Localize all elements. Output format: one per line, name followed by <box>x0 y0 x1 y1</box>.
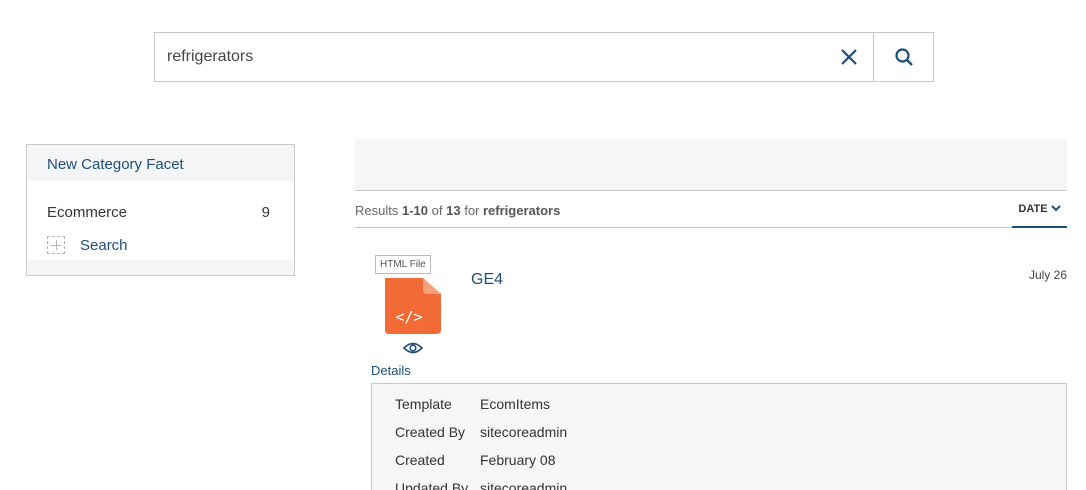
search-icon <box>894 48 913 66</box>
details-panel: Template EcomItems Created By sitecoread… <box>371 383 1067 490</box>
clear-search-button[interactable] <box>825 33 873 81</box>
sort-label: DATE <box>1018 202 1048 215</box>
facet-search-toggle[interactable]: Search <box>47 236 128 254</box>
detail-value: sitecoreadmin <box>480 480 568 490</box>
result-title-link[interactable]: GE4 <box>471 271 503 289</box>
summary-prefix: Results <box>355 203 399 218</box>
file-type-badge: HTML File <box>375 255 431 274</box>
plus-icon <box>47 236 65 254</box>
facet-item-ecommerce[interactable]: Ecommerce 9 <box>47 204 270 221</box>
detail-row: Created By sitecoreadmin <box>395 424 567 440</box>
summary-for: for <box>464 203 480 218</box>
eye-icon[interactable] <box>403 340 423 356</box>
detail-key: Updated By <box>395 480 469 490</box>
summary-query: refrigerators <box>483 203 561 218</box>
summary-range: 1-10 <box>401 203 429 218</box>
result-date: July 26 <box>1028 268 1067 282</box>
detail-value: February 08 <box>480 452 556 468</box>
search-submit-button[interactable] <box>873 33 933 81</box>
detail-row: Updated By sitecoreadmin <box>395 480 567 490</box>
facet-search-label: Search <box>80 236 128 254</box>
sort-date-button[interactable]: DATE <box>1012 191 1067 228</box>
search-box <box>154 32 934 82</box>
search-input[interactable] <box>155 33 825 81</box>
results-summary: Results 1-10 of 13 for refrigerators <box>355 203 560 218</box>
chevron-down-icon <box>1050 205 1061 212</box>
detail-value: EcomItems <box>480 396 551 412</box>
details-link[interactable]: Details <box>371 363 411 378</box>
facet-item-label: Ecommerce <box>47 204 128 221</box>
detail-key: Created By <box>395 424 466 440</box>
facet-title: New Category Facet <box>27 145 294 181</box>
detail-row: Created February 08 <box>395 452 555 468</box>
summary-of: of <box>431 203 443 218</box>
results-header <box>355 139 1067 191</box>
summary-total: 13 <box>446 203 461 218</box>
detail-value: sitecoreadmin <box>480 424 568 440</box>
html-file-icon[interactable]: </> <box>385 278 441 334</box>
file-icon-glyph: </> <box>395 308 422 326</box>
facet-item-count: 9 <box>261 204 270 221</box>
detail-key: Template <box>395 396 452 412</box>
detail-row: Template EcomItems <box>395 396 550 412</box>
close-icon <box>841 49 857 65</box>
divider <box>355 227 1012 228</box>
facet-footer <box>27 260 294 275</box>
category-facet: New Category Facet Ecommerce 9 Search <box>26 144 295 276</box>
detail-key: Created <box>395 452 445 468</box>
